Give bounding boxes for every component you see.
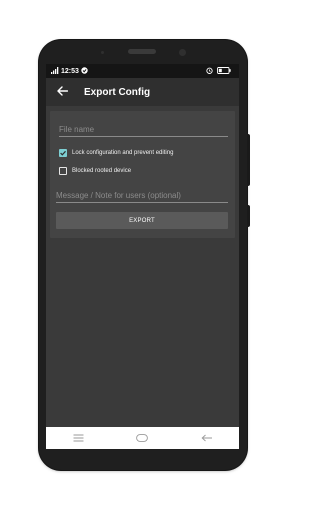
home-icon [136,429,149,447]
lock-config-checkbox-row[interactable]: Lock configuration and prevent editing [59,149,173,157]
system-nav-bar [46,427,239,449]
export-button[interactable]: EXPORT [56,212,228,229]
front-camera [179,49,186,56]
nav-menu-button[interactable] [63,427,93,449]
file-name-field[interactable]: File name [59,122,228,137]
message-placeholder: Message / Note for users (optional) [56,191,181,200]
status-bar: 12:53 [46,64,239,78]
lock-config-checkbox[interactable] [59,149,67,157]
page-title: Export Config [84,86,151,98]
notification-icon [81,66,88,76]
back-icon [201,429,213,447]
back-arrow-icon [56,83,68,101]
speaker-grille [128,49,156,54]
back-button[interactable] [49,78,75,106]
menu-icon [73,429,84,447]
status-time: 12:53 [61,67,79,75]
file-name-placeholder: File name [59,125,95,134]
nav-back-button[interactable] [192,427,222,449]
check-icon [60,150,66,156]
power-button [247,134,250,186]
export-form-card: File name Lock configuration and prevent… [50,111,235,238]
sensor-dot [101,51,104,54]
screen: 12:53 Export Config File name Lock confi… [46,64,239,449]
nav-home-button[interactable] [127,427,157,449]
blocked-rooted-label: Blocked rooted device [72,168,132,174]
lock-config-label: Lock configuration and prevent editing [72,150,174,156]
signal-icon [51,66,59,76]
blocked-rooted-checkbox-row[interactable]: Blocked rooted device [59,167,131,175]
alarm-icon [206,67,213,76]
volume-button [247,205,250,227]
app-bar: Export Config [46,78,239,106]
message-field[interactable]: Message / Note for users (optional) [56,188,228,203]
battery-icon [217,66,231,76]
blocked-rooted-checkbox[interactable] [59,167,67,175]
